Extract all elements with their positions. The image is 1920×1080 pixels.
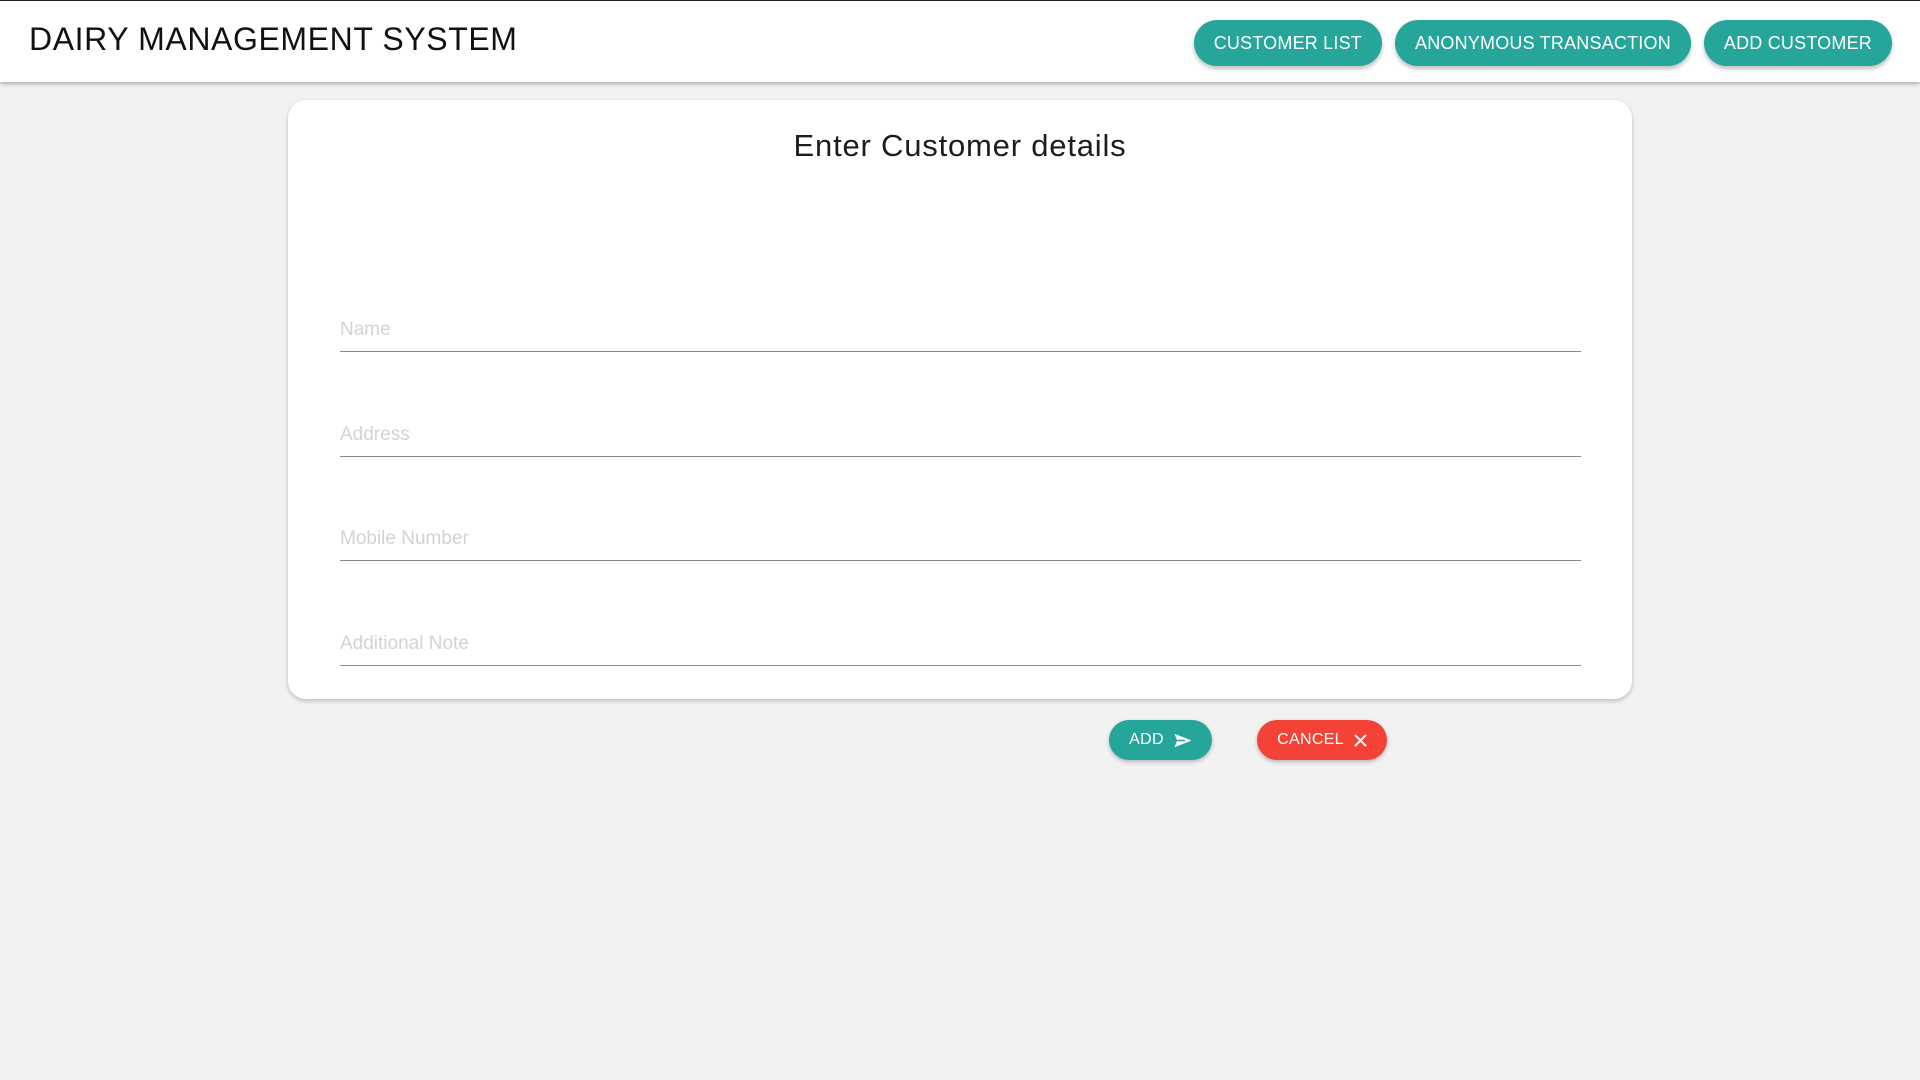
- add-button[interactable]: ADD: [1109, 720, 1212, 760]
- form-actions: ADD CANCEL: [288, 720, 1632, 760]
- additional-note-field[interactable]: [340, 616, 1581, 666]
- top-nav: CUSTOMER LIST ANONYMOUS TRANSACTION ADD …: [1193, 20, 1892, 66]
- top-app-bar: DAIRY MANAGEMENT SYSTEM CUSTOMER LIST AN…: [0, 0, 1920, 82]
- cancel-button[interactable]: CANCEL: [1257, 720, 1387, 760]
- add-customer-button[interactable]: ADD CUSTOMER: [1703, 20, 1892, 66]
- mobile-number-field[interactable]: [340, 511, 1581, 561]
- app-title: DAIRY MANAGEMENT SYSTEM: [29, 21, 518, 57]
- form-title: Enter Customer details: [793, 128, 1127, 163]
- add-button-label: ADD: [1129, 731, 1164, 748]
- address-field[interactable]: [340, 407, 1581, 457]
- name-field[interactable]: [340, 302, 1581, 352]
- customer-list-button[interactable]: CUSTOMER LIST: [1193, 20, 1382, 66]
- send-icon: [1174, 733, 1192, 748]
- close-icon: [1354, 734, 1367, 747]
- anonymous-transaction-button[interactable]: ANONYMOUS TRANSACTION: [1395, 20, 1691, 66]
- customer-form-card: Enter Customer details ADD CANCEL: [288, 100, 1632, 760]
- cancel-button-label: CANCEL: [1277, 731, 1344, 748]
